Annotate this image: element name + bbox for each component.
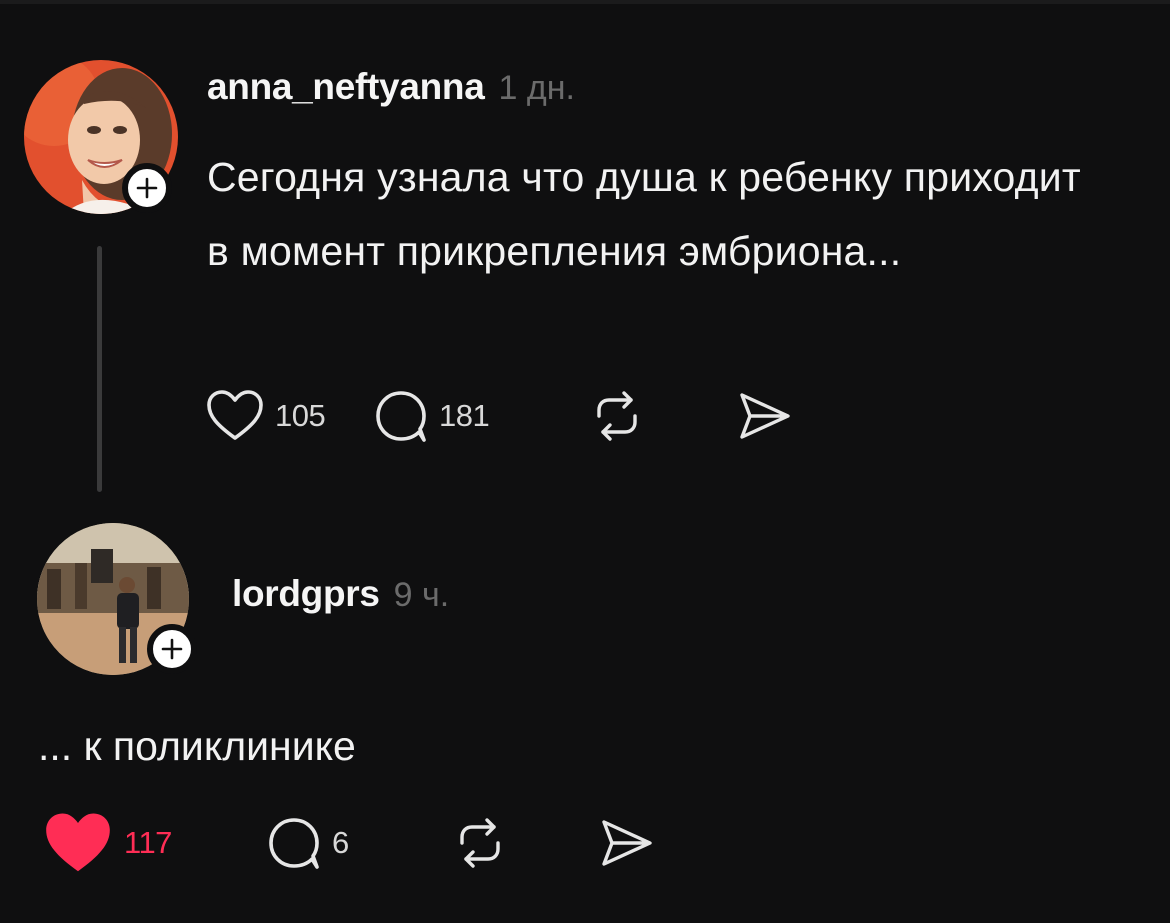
- post-actions: 117 6: [42, 810, 654, 876]
- repost-button[interactable]: [591, 390, 736, 442]
- comment-count: 6: [332, 825, 349, 860]
- comment-button[interactable]: 181: [373, 388, 591, 444]
- heart-outline-icon: [207, 390, 263, 440]
- follow-button[interactable]: [147, 624, 197, 674]
- speech-bubble-icon: [269, 818, 319, 869]
- like-count: 117: [124, 825, 172, 860]
- like-button[interactable]: 105: [205, 388, 373, 444]
- share-button[interactable]: [736, 390, 792, 442]
- paper-plane-icon: [602, 820, 652, 866]
- repost-arrows-icon: [460, 818, 500, 868]
- post-text: Сегодня узнала что душа к ребенку приход…: [207, 154, 1081, 274]
- post-actions: 105 181: [205, 388, 792, 444]
- post-time: 9 ч.: [393, 576, 450, 614]
- heart-filled-icon: [46, 813, 110, 872]
- repost-button[interactable]: [454, 817, 598, 869]
- post-time: 1 дн.: [498, 69, 575, 107]
- comment-button[interactable]: 6: [266, 815, 454, 871]
- username[interactable]: anna_neftyanna: [207, 66, 485, 108]
- post-header: anna_neftyanna 1 дн.: [207, 66, 575, 112]
- repost-arrows-icon: [597, 391, 637, 441]
- post-text: ... к поликлинике: [38, 723, 356, 769]
- username[interactable]: lordgprs: [232, 573, 380, 615]
- post-header: lordgprs 9 ч.: [232, 573, 449, 619]
- like-count: 105: [275, 398, 326, 433]
- share-button[interactable]: [598, 817, 654, 869]
- like-button[interactable]: 117: [42, 810, 266, 876]
- thread-line: [97, 246, 102, 492]
- plus-icon: [161, 638, 183, 660]
- top-divider: [0, 0, 1170, 4]
- comment-count: 181: [439, 398, 490, 433]
- follow-button[interactable]: [122, 163, 172, 213]
- plus-icon: [136, 177, 158, 199]
- paper-plane-icon: [740, 393, 790, 439]
- speech-bubble-icon: [376, 391, 426, 442]
